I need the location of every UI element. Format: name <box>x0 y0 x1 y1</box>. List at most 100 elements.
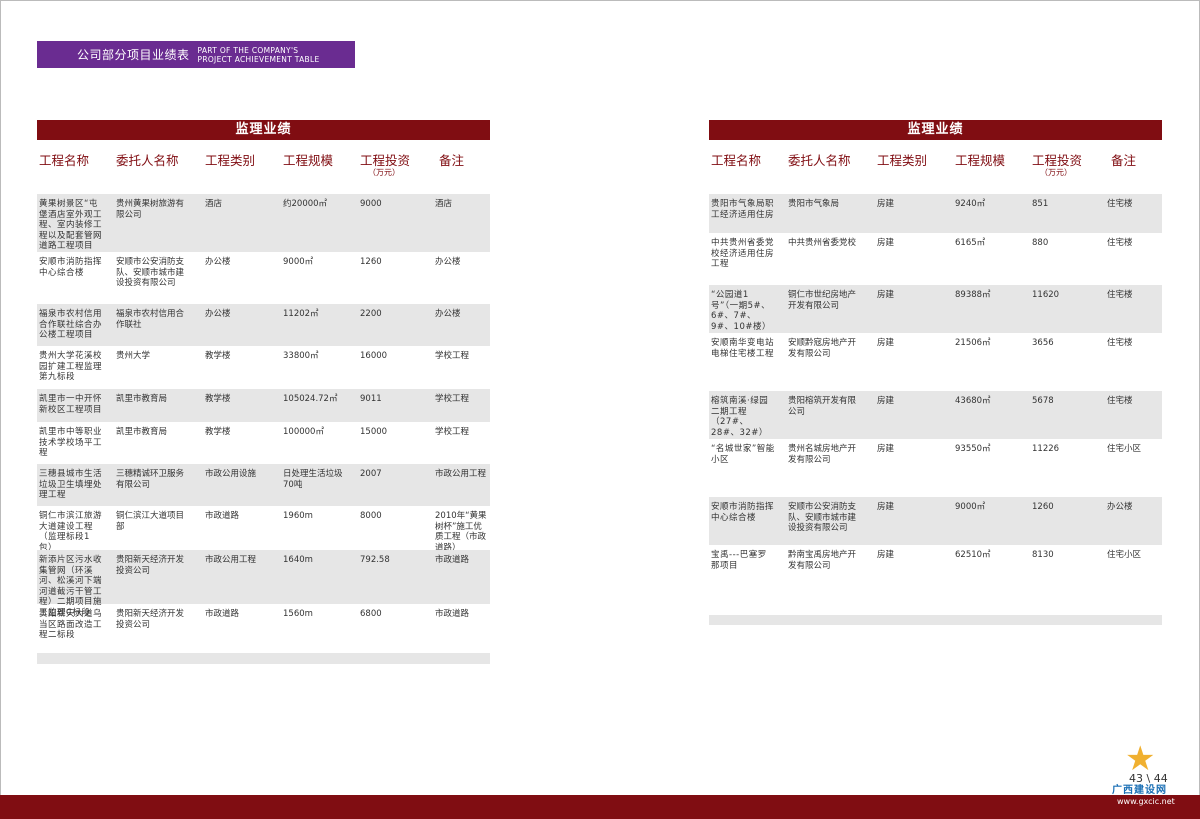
watermark-url: www.gxcic.net <box>1117 797 1175 806</box>
cell-scale: 9240㎡ <box>955 199 986 209</box>
cell-investment: 6800 <box>360 609 382 619</box>
cell-scale: 6165㎡ <box>955 238 986 248</box>
cell-name: 黄果树景区“屯堡酒店室外观工程、室内装修工程以及配套管网道路工程项目 <box>39 199 103 251</box>
table-row: 铜仁市滨江旅游大道建设工程（监理标段1包） 铜仁滨江大道项目部 市政道路 1960m 8… <box>37 506 490 553</box>
cell-name: 铜仁市滨江旅游大道建设工程（监理标段1包） <box>39 511 103 553</box>
cell-scale: 9000㎡ <box>955 502 986 512</box>
table-row: 宝禹---巴塞罗那项目 黔南宝禹房地产开发有限公司 房建 62510㎡ 8130 住宅小区 <box>709 545 1162 615</box>
cell-name: “公园道1号”（一期5#、6#、7#、9#、10#楼） <box>711 290 771 332</box>
cell-scale: 89388㎡ <box>955 290 991 300</box>
cell-category: 房建 <box>877 444 895 454</box>
col-header-client: 委托人名称 <box>116 153 179 168</box>
cell-note: 市政道路 <box>435 555 470 565</box>
cell-client: 黔南宝禹房地产开发有限公司 <box>788 550 857 571</box>
cell-note: 住宅楼 <box>1107 238 1133 248</box>
header-title-en: PART OF THE COMPANY'S PROJECT ACHIEVEMEN… <box>198 46 320 64</box>
col-header-note: 备注 <box>1111 153 1137 168</box>
table-row: 贵阳新天大道乌当区路面改造工程二标段 贵阳新天经济开发投资公司 市政道路 1560m 6… <box>37 604 490 653</box>
cell-name: 贵州大学花溪校园扩建工程监理第九标段 <box>39 351 103 382</box>
col-header-scale: 工程规模 <box>283 153 334 168</box>
table-row: 中共贵州省委党校经济适用住房工程 中共贵州省委党校 房建 6165㎡ 880 住宅楼 <box>709 233 1162 285</box>
table-footer-bar <box>709 615 1162 625</box>
cell-scale: 43680㎡ <box>955 396 991 406</box>
cell-note: 市政道路 <box>435 609 470 619</box>
cell-investment: 1260 <box>1032 502 1054 512</box>
cell-investment: 5678 <box>1032 396 1054 406</box>
table-row: 贵阳市气象局职工经济适用住房 贵阳市气象局 房建 9240㎡ 851 住宅楼 <box>709 194 1162 233</box>
cell-investment: 11226 <box>1032 444 1060 454</box>
cell-note: 学校工程 <box>435 394 470 404</box>
cell-investment: 16000 <box>360 351 388 361</box>
cell-category: 房建 <box>877 550 895 560</box>
table-row: 安顺市消防指挥中心综合楼 安顺市公安消防支队、安顺市城市建设投资有限公司 办公楼 90… <box>37 252 490 304</box>
cell-client: 安顺市公安消防支队、安顺市城市建设投资有限公司 <box>788 502 857 533</box>
table-row: 福泉市农村信用合作联社综合办公楼工程项目 福泉市农村信用合作联社 办公楼 11202㎡… <box>37 304 490 346</box>
bottom-color-band <box>0 795 1200 819</box>
cell-scale: 约20000㎡ <box>283 199 328 209</box>
table-footer-bar <box>37 653 490 664</box>
cell-investment: 2200 <box>360 309 382 319</box>
left-achievement-table: 监理业绩 工程名称 委托人名称 工程类别 工程规模 工程投资 （万元） 备注 黄… <box>37 120 490 664</box>
col-header-category: 工程类别 <box>205 153 256 168</box>
cell-investment: 880 <box>1032 238 1049 248</box>
cell-category: 市政公用设施 <box>205 469 257 479</box>
cell-scale: 9000㎡ <box>283 257 314 267</box>
cell-category: 市政道路 <box>205 511 240 521</box>
cell-name: 福泉市农村信用合作联社综合办公楼工程项目 <box>39 309 103 340</box>
cell-scale: 日处理生活垃圾70吨 <box>283 469 343 490</box>
cell-scale: 33800㎡ <box>283 351 319 361</box>
table-row: 凯里市一中开怀新校区工程项目 凯里市教育局 教学楼 105024.72㎡ 9011 学校工… <box>37 389 490 422</box>
cell-category: 办公楼 <box>205 257 231 267</box>
cell-client: 贵阳新天经济开发投资公司 <box>116 609 185 630</box>
cell-note: 办公楼 <box>435 257 461 267</box>
cell-name: 凯里市中等职业技术学校场平工程 <box>39 427 103 458</box>
table-row: “名城世家”智能小区 贵州名城房地产开发有限公司 房建 93550㎡ 11226 住宅小区 <box>709 439 1162 497</box>
cell-client: 凯里市教育局 <box>116 394 168 404</box>
table-row: 贵州大学花溪校园扩建工程监理第九标段 贵州大学 教学楼 33800㎡ 16000 学校工程 <box>37 346 490 389</box>
cell-investment: 8130 <box>1032 550 1054 560</box>
right-table-rows: 贵阳市气象局职工经济适用住房 贵阳市气象局 房建 9240㎡ 851 住宅楼 中共贵州省委党… <box>709 194 1162 625</box>
star-logo-icon: ★ <box>1125 739 1156 779</box>
col-header-scale: 工程规模 <box>955 153 1006 168</box>
table-row: 凯里市中等职业技术学校场平工程 凯里市教育局 教学楼 100000㎡ 15000 学校工程 <box>37 422 490 464</box>
cell-name: 安顺市消防指挥中心综合楼 <box>711 502 775 523</box>
table-row: 安顺市消防指挥中心综合楼 安顺市公安消防支队、安顺市城市建设投资有限公司 房建 900… <box>709 497 1162 545</box>
section-header-tag: 公司部分项目业绩表 PART OF THE COMPANY'S PROJECT … <box>37 41 355 68</box>
cell-note: 住宅楼 <box>1107 290 1133 300</box>
cell-investment: 2007 <box>360 469 382 479</box>
cell-scale: 11202㎡ <box>283 309 319 319</box>
col-header-category: 工程类别 <box>877 153 928 168</box>
cell-client: 安顺黔寇房地产开发有限公司 <box>788 338 857 359</box>
table-row: 三穗县城市生活垃圾卫生填埋处理工程 三穗精诚环卫服务有限公司 市政公用设施 日处理生活… <box>37 464 490 506</box>
cell-note: 学校工程 <box>435 351 470 361</box>
cell-scale: 100000㎡ <box>283 427 324 437</box>
cell-investment: 3656 <box>1032 338 1054 348</box>
col-header-client: 委托人名称 <box>788 153 851 168</box>
cell-scale: 21506㎡ <box>955 338 991 348</box>
cell-scale: 1560m <box>283 609 313 619</box>
col-header-investment-unit: （万元） <box>368 168 400 177</box>
table-row: 榕筑南溪·绿园二期工程（27#、28#、32#） 贵阳榕筑开发有限公司 房建 4368… <box>709 391 1162 439</box>
cell-client: 福泉市农村信用合作联社 <box>116 309 185 330</box>
cell-name: 安顺南华变电站电梯住宅楼工程 <box>711 338 775 359</box>
cell-note: 2010年“黄果树杯”施工优质工程（市政道路） <box>435 511 487 553</box>
cell-category: 房建 <box>877 338 895 348</box>
cell-client: 凯里市教育局 <box>116 427 168 437</box>
right-achievement-table: 监理业绩 工程名称 委托人名称 工程类别 工程规模 工程投资 （万元） 备注 贵… <box>709 120 1162 625</box>
cell-name: 榕筑南溪·绿园二期工程（27#、28#、32#） <box>711 396 769 438</box>
cell-category: 教学楼 <box>205 394 231 404</box>
cell-client: 贵阳新天经济开发投资公司 <box>116 555 185 576</box>
cell-note: 住宅楼 <box>1107 199 1133 209</box>
table-row: 黄果树景区“屯堡酒店室外观工程、室内装修工程以及配套管网道路工程项目 贵州黄果树旅… <box>37 194 490 252</box>
left-column-headers: 工程名称 委托人名称 工程类别 工程规模 工程投资 （万元） 备注 <box>37 140 490 194</box>
cell-scale: 1960m <box>283 511 313 521</box>
right-column-headers: 工程名称 委托人名称 工程类别 工程规模 工程投资 （万元） 备注 <box>709 140 1162 194</box>
col-header-note: 备注 <box>439 153 465 168</box>
col-header-investment-unit: （万元） <box>1040 168 1072 177</box>
header-title-en-line1: PART OF THE COMPANY'S <box>197 45 299 55</box>
table-row: 安顺南华变电站电梯住宅楼工程 安顺黔寇房地产开发有限公司 房建 21506㎡ 3656 住… <box>709 333 1162 391</box>
cell-client: 铜仁市世纪房地产开发有限公司 <box>788 290 857 311</box>
cell-note: 住宅小区 <box>1107 444 1142 454</box>
col-header-name: 工程名称 <box>39 153 90 168</box>
cell-category: 教学楼 <box>205 427 231 437</box>
